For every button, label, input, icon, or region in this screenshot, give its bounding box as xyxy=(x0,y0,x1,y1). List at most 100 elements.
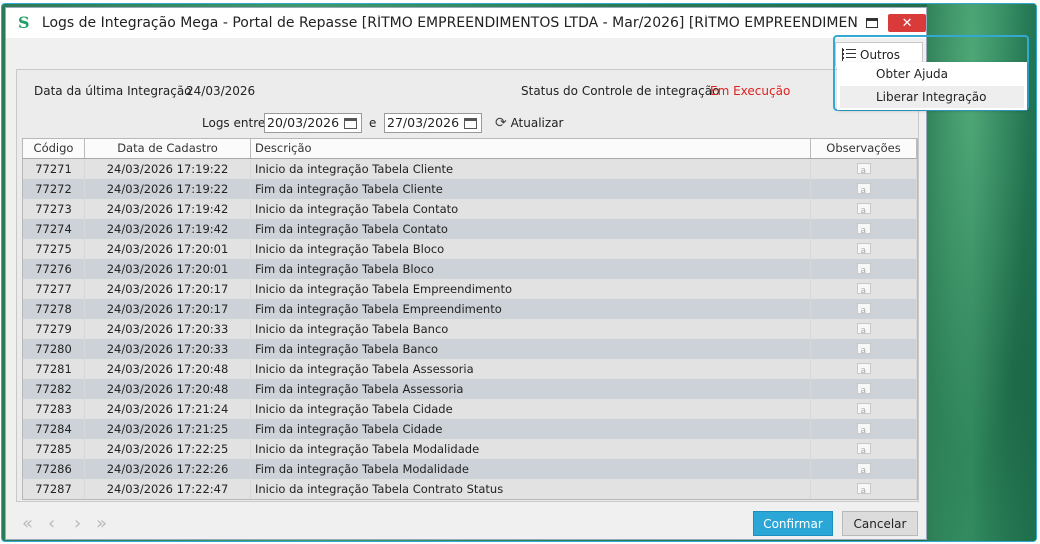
cell-observations xyxy=(811,279,917,299)
cell-observations xyxy=(811,199,917,219)
cell-date: 24/03/2026 17:19:22 xyxy=(85,179,251,199)
note-icon[interactable] xyxy=(856,381,871,399)
column-header-date[interactable]: Data de Cadastro xyxy=(85,139,251,158)
note-icon[interactable] xyxy=(856,281,871,299)
cell-code: 77272 xyxy=(23,179,85,199)
table-row[interactable]: 77273 24/03/2026 17:19:42 Inicio da integr… xyxy=(23,199,917,219)
cell-description: Fim da integração Tabela Contato xyxy=(251,219,811,239)
column-header-description[interactable]: Descrição xyxy=(251,139,811,158)
cell-observations xyxy=(811,399,917,419)
and-label: e xyxy=(369,116,377,130)
note-icon[interactable] xyxy=(856,441,871,459)
cell-observations xyxy=(811,419,917,439)
cell-description: Inicio da integração Tabela Banco xyxy=(251,319,811,339)
cell-observations xyxy=(811,479,917,499)
confirm-button[interactable]: Confirmar xyxy=(753,511,833,536)
previous-page-icon[interactable]: ‹ xyxy=(48,513,55,534)
table-row[interactable]: 77277 24/03/2026 17:20:17 Inicio da integr… xyxy=(23,279,917,299)
note-icon[interactable] xyxy=(856,481,871,499)
table-row[interactable]: 77283 24/03/2026 17:21:24 Inicio da integr… xyxy=(23,399,917,419)
note-icon[interactable] xyxy=(856,201,871,219)
cell-description: Inicio da integração Tabela Cliente xyxy=(251,159,811,179)
cell-date: 24/03/2026 17:20:33 xyxy=(85,339,251,359)
refresh-label: Atualizar xyxy=(510,116,564,130)
table-row[interactable]: 77276 24/03/2026 17:20:01 Fim da integraçã… xyxy=(23,259,917,279)
table-row[interactable]: 77278 24/03/2026 17:20:17 Fim da integraçã… xyxy=(23,299,917,319)
status-value: Em Execução xyxy=(710,84,791,98)
cell-date: 24/03/2026 17:19:42 xyxy=(85,199,251,219)
cell-description: Fim da integração Tabela Cliente xyxy=(251,179,811,199)
table-row[interactable]: 77282 24/03/2026 17:20:48 Fim da integraçã… xyxy=(23,379,917,399)
close-button[interactable]: ✕ xyxy=(888,14,926,32)
cell-code: 77276 xyxy=(23,259,85,279)
cancel-button[interactable]: Cancelar xyxy=(842,511,918,536)
cell-description: Fim da integração Tabela Banco xyxy=(251,339,811,359)
note-icon[interactable] xyxy=(856,401,871,419)
table-row[interactable]: 77281 24/03/2026 17:20:48 Inicio da integr… xyxy=(23,359,917,379)
refresh-icon: ⟳ xyxy=(495,115,507,131)
table-row[interactable]: 77274 24/03/2026 17:19:42 Fim da integraçã… xyxy=(23,219,917,239)
cell-code: 77287 xyxy=(23,479,85,499)
note-icon[interactable] xyxy=(856,161,871,179)
table-row[interactable]: 77271 24/03/2026 17:19:22 Inicio da integr… xyxy=(23,159,917,179)
menu-item-liberar-integracao[interactable]: Liberar Integração xyxy=(840,86,1024,108)
cell-date: 24/03/2026 17:22:25 xyxy=(85,439,251,459)
table-row[interactable]: 77280 24/03/2026 17:20:33 Fim da integraçã… xyxy=(23,339,917,359)
app-logo-icon: S xyxy=(18,13,30,32)
note-icon[interactable] xyxy=(856,181,871,199)
cell-code: 77282 xyxy=(23,379,85,399)
title-bar: S Logs de Integração Mega - Portal de Re… xyxy=(6,8,926,38)
logs-table: Código Data de Cadastro Descrição Observ… xyxy=(22,138,918,500)
cell-date: 24/03/2026 17:20:48 xyxy=(85,379,251,399)
cell-code: 77278 xyxy=(23,299,85,319)
calendar-icon[interactable] xyxy=(344,118,357,129)
note-icon[interactable] xyxy=(856,241,871,259)
column-header-observations[interactable]: Observações xyxy=(811,139,917,158)
table-row[interactable]: 77285 24/03/2026 17:22:25 Inicio da integr… xyxy=(23,439,917,459)
note-icon[interactable] xyxy=(856,421,871,439)
first-page-icon[interactable]: « xyxy=(22,513,33,534)
cell-date: 24/03/2026 17:19:22 xyxy=(85,159,251,179)
cell-observations xyxy=(811,239,917,259)
table-row[interactable]: 77275 24/03/2026 17:20:01 Inicio da integr… xyxy=(23,239,917,259)
table-row[interactable]: 77284 24/03/2026 17:21:25 Fim da integraçã… xyxy=(23,419,917,439)
calendar-icon[interactable] xyxy=(464,118,477,129)
table-header: Código Data de Cadastro Descrição Observ… xyxy=(23,139,917,159)
cell-observations xyxy=(811,219,917,239)
note-icon[interactable] xyxy=(856,321,871,339)
cell-code: 77280 xyxy=(23,339,85,359)
note-icon[interactable] xyxy=(856,341,871,359)
cell-date: 24/03/2026 17:22:26 xyxy=(85,459,251,479)
cell-observations xyxy=(811,299,917,319)
minimize-icon[interactable] xyxy=(866,18,879,28)
refresh-button[interactable]: ⟳ Atualizar xyxy=(495,115,563,131)
next-page-icon[interactable]: › xyxy=(74,513,81,534)
cell-observations xyxy=(811,179,917,199)
cell-description: Inicio da integração Tabela Contrato Sta… xyxy=(251,479,811,499)
cell-description: Inicio da integração Tabela Cidade xyxy=(251,399,811,419)
date-from-value: 20/03/2026 xyxy=(267,115,340,130)
cell-code: 77286 xyxy=(23,459,85,479)
note-icon[interactable] xyxy=(856,221,871,239)
note-icon[interactable] xyxy=(856,301,871,319)
table-row[interactable]: 77286 24/03/2026 17:22:26 Fim da integraçã… xyxy=(23,459,917,479)
table-row[interactable]: 77279 24/03/2026 17:20:33 Inicio da integr… xyxy=(23,319,917,339)
cell-code: 77277 xyxy=(23,279,85,299)
table-row[interactable]: 77287 24/03/2026 17:22:47 Inicio da integr… xyxy=(23,479,917,499)
date-to-input[interactable]: 27/03/2026 xyxy=(384,113,482,133)
cell-date: 24/03/2026 17:21:24 xyxy=(85,399,251,419)
last-page-icon[interactable]: » xyxy=(96,513,107,534)
note-icon[interactable] xyxy=(856,261,871,279)
cell-description: Fim da integração Tabela Assessoria xyxy=(251,379,811,399)
cell-code: 77283 xyxy=(23,399,85,419)
note-icon[interactable] xyxy=(856,461,871,479)
column-header-code[interactable]: Código xyxy=(23,139,85,158)
outros-dropdown-menu: Obter Ajuda Liberar Integração xyxy=(837,62,1027,110)
cell-observations xyxy=(811,339,917,359)
date-from-input[interactable]: 20/03/2026 xyxy=(264,113,362,133)
table-row[interactable]: 77272 24/03/2026 17:19:22 Fim da integraçã… xyxy=(23,179,917,199)
menu-item-obter-ajuda[interactable]: Obter Ajuda xyxy=(840,63,1024,85)
cell-description: Inicio da integração Tabela Modalidade xyxy=(251,439,811,459)
note-icon[interactable] xyxy=(856,361,871,379)
cell-observations xyxy=(811,359,917,379)
